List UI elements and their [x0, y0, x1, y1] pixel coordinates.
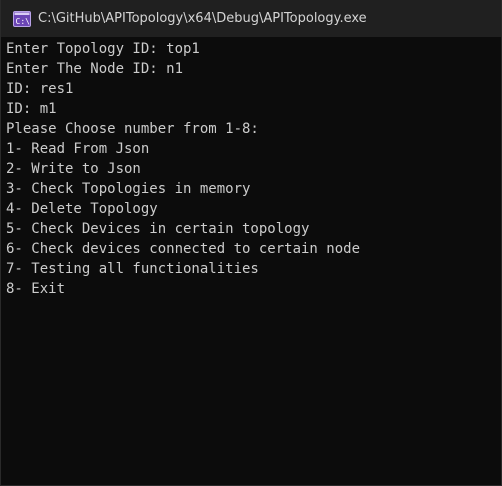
console-line: ID: m1 — [6, 101, 57, 117]
menu-option-8: 8- Exit — [6, 281, 66, 297]
console-window: C:\ C:\GitHub\APITopology\x64\Debug\APIT… — [0, 0, 502, 486]
title-bar[interactable]: C:\ C:\GitHub\APITopology\x64\Debug\APIT… — [1, 0, 501, 37]
console-line: Please Choose number from 1-8: — [6, 121, 259, 137]
menu-option-3: 3- Check Topologies in memory — [6, 181, 251, 197]
console-output[interactable]: Enter Topology ID: top1 Enter The Node I… — [1, 37, 501, 485]
console-line: Enter The Node ID: n1 — [6, 61, 184, 77]
svg-text:C:\: C:\ — [16, 17, 31, 26]
console-line: ID: res1 — [6, 81, 74, 97]
menu-option-7: 7- Testing all functionalities — [6, 261, 259, 277]
window-title: C:\GitHub\APITopology\x64\Debug\APITopol… — [38, 11, 367, 26]
menu-option-4: 4- Delete Topology — [6, 201, 158, 217]
console-app-icon: C:\ — [13, 10, 31, 27]
menu-option-1: 1- Read From Json — [6, 141, 150, 157]
menu-option-6: 6- Check devices connected to certain no… — [6, 241, 361, 257]
menu-option-2: 2- Write to Json — [6, 161, 141, 177]
menu-option-5: 5- Check Devices in certain topology — [6, 221, 310, 237]
console-line: Enter Topology ID: top1 — [6, 41, 200, 57]
